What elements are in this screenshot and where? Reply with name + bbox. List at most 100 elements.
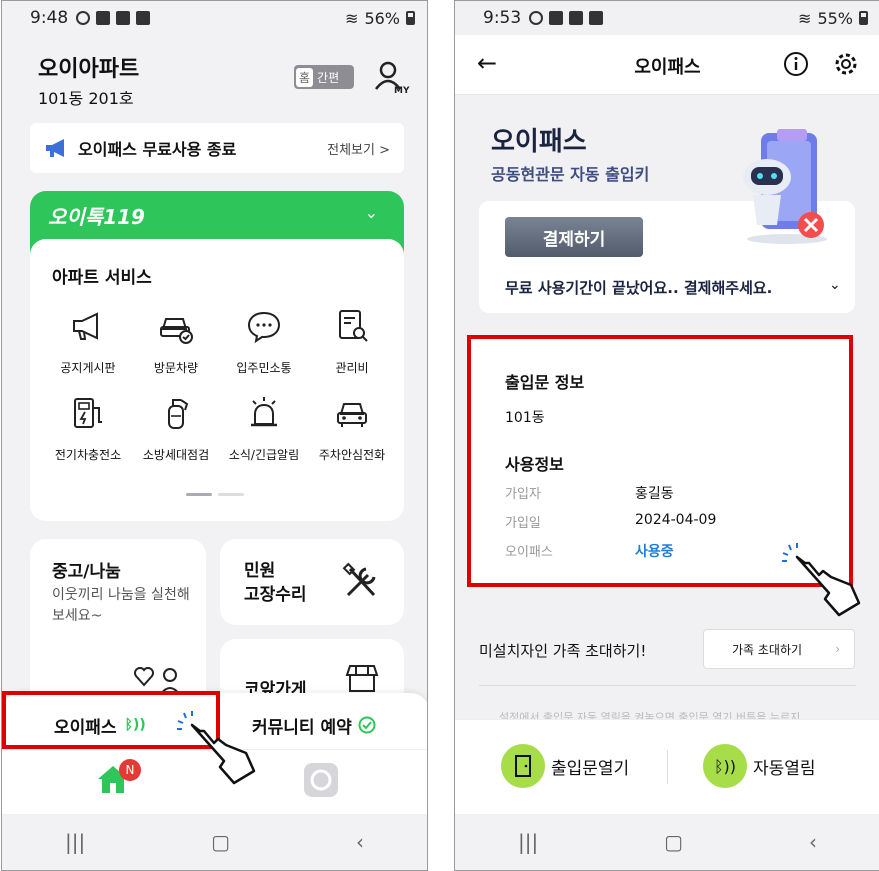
services-heading: 아파트 서비스 bbox=[52, 268, 152, 288]
my-profile-icon[interactable]: MY bbox=[372, 59, 410, 95]
car-check-icon bbox=[160, 318, 193, 344]
status-bar: 9:48 ≋ 56% bbox=[2, 1, 427, 35]
system-icons: ≋ 56% bbox=[345, 9, 415, 28]
chevron-down-icon[interactable]: ⌄ bbox=[829, 277, 841, 293]
tile-civil-repair[interactable]: 민원 고장수리 bbox=[220, 539, 404, 625]
invite-family-button[interactable]: 가족 초대하기 › bbox=[703, 629, 855, 669]
android-nav-bar: ||| ▢ ‹ bbox=[455, 814, 879, 870]
status-bar: 9:53 ≋ 55% bbox=[455, 1, 879, 35]
invite-text: 미설치자인 가족 초대하기! bbox=[479, 642, 647, 660]
tap-hand-icon bbox=[782, 543, 861, 617]
battery-level: 55% bbox=[817, 8, 853, 28]
home-nav-icon[interactable]: ▢ bbox=[211, 830, 230, 854]
community-label: 커뮤니티 예약 bbox=[252, 717, 352, 738]
opass-tab-icon[interactable] bbox=[304, 763, 338, 797]
notice-more-link[interactable]: 전체보기 > bbox=[327, 139, 390, 158]
system-icons: ≋ 55% bbox=[798, 9, 868, 28]
ev-charger-icon bbox=[74, 398, 102, 428]
divider bbox=[479, 685, 856, 686]
page-title: 오이패스 bbox=[634, 57, 701, 78]
service-label: 방문차량 bbox=[153, 361, 199, 375]
page-indicator bbox=[186, 493, 244, 496]
megaphone-icon bbox=[46, 139, 64, 157]
chevron-right-icon: › bbox=[835, 642, 840, 656]
check-circle-icon bbox=[358, 716, 376, 734]
back-nav-icon[interactable]: ‹ bbox=[809, 830, 817, 854]
service-label: 관리비 bbox=[335, 361, 369, 375]
hero-subtitle: 공동현관문 자동 출입키 bbox=[491, 165, 650, 184]
services-grid: 공지게시판 방문차량 입주민소통 관리비 전기차충전소 소방세대점검 소식/긴급… bbox=[44, 307, 396, 463]
service-label: 주차안심전화 bbox=[318, 448, 386, 462]
my-label: MY bbox=[394, 86, 410, 95]
civil-title: 민원 고장수리 bbox=[244, 561, 307, 605]
pay-button[interactable]: 결제하기 bbox=[505, 217, 643, 257]
door-icon bbox=[501, 744, 545, 788]
status-time: 9:48 bbox=[30, 8, 69, 28]
notice-banner[interactable]: 오이패스 무료사용 종료 전체보기 > bbox=[30, 123, 404, 173]
wifi-icon: ≋ bbox=[798, 8, 812, 28]
chevron-down-icon[interactable]: ⌄ bbox=[365, 203, 378, 222]
chat-bubble-icon bbox=[247, 311, 281, 344]
mode-toggle[interactable]: 홈 간편 bbox=[294, 65, 354, 89]
service-management-fee[interactable]: 관리비 bbox=[308, 307, 396, 376]
battery-level: 56% bbox=[364, 8, 400, 28]
trade-title: 중고/나눔 bbox=[52, 562, 121, 582]
back-nav-icon[interactable]: ‹ bbox=[356, 830, 364, 854]
tap-hand-icon bbox=[177, 711, 256, 785]
notice-title: 오이패스 무료사용 종료 bbox=[78, 140, 237, 159]
service-label: 소식/긴급알림 bbox=[228, 448, 300, 462]
apartment-services-card: 아파트 서비스 공지게시판 방문차량 입주민소통 관리비 전기차충전소 소방세대… bbox=[30, 239, 404, 521]
invite-family-row: 미설치자인 가족 초대하기! 가족 초대하기 › bbox=[455, 625, 879, 675]
bill-search-icon bbox=[339, 310, 368, 342]
recent-apps-icon[interactable]: ||| bbox=[518, 830, 538, 854]
service-fire-inspection[interactable]: 소방세대점검 bbox=[132, 394, 220, 463]
bluetooth-icon: ᛒ)) bbox=[703, 744, 747, 788]
notification-icons bbox=[529, 11, 604, 25]
action-bar: 출입문열기 ᛒ)) 자동열림 bbox=[455, 719, 879, 815]
service-label: 입주민소통 bbox=[236, 361, 292, 375]
service-label: 공지게시판 bbox=[60, 361, 116, 375]
right-phone-screen: 9:53 ≋ 55% ← 오이패스 오이패스 공동현관문 자동 출입키 결제하기… bbox=[454, 0, 879, 871]
service-parking-call[interactable]: 주차안심전화 bbox=[308, 394, 396, 463]
service-notice-board[interactable]: 공지게시판 bbox=[44, 307, 132, 376]
megaphone-icon bbox=[73, 312, 98, 340]
wifi-icon: ≋ bbox=[345, 8, 359, 28]
auto-open-button[interactable]: ᛒ)) 자동열림 bbox=[703, 744, 816, 788]
app-top-bar: ← 오이패스 bbox=[455, 35, 879, 95]
service-resident-talk[interactable]: 입주민소통 bbox=[220, 307, 308, 376]
info-icon[interactable] bbox=[783, 51, 809, 77]
service-visitor-car[interactable]: 방문차량 bbox=[132, 307, 220, 376]
open-door-button[interactable]: 출입문열기 bbox=[501, 744, 629, 788]
unit-number: 101동 201호 bbox=[38, 89, 134, 108]
service-label: 소방세대점검 bbox=[142, 448, 210, 462]
robot-phone-illustration bbox=[743, 129, 827, 244]
trade-description: 이웃끼리 나눔을 실천해 보세요~ bbox=[52, 587, 190, 624]
auto-open-label: 자동열림 bbox=[753, 758, 816, 779]
community-reservation-button[interactable]: 커뮤니티 예약 bbox=[252, 703, 376, 747]
battery-icon bbox=[859, 11, 868, 25]
siren-icon bbox=[251, 397, 277, 427]
recent-apps-icon[interactable]: ||| bbox=[65, 830, 85, 854]
hero-title: 오이패스 bbox=[491, 127, 587, 157]
gear-icon[interactable] bbox=[833, 51, 859, 77]
promo-logo: 오이톡119 bbox=[48, 205, 145, 229]
new-badge: N bbox=[119, 759, 141, 781]
left-phone-screen: 9:48 ≋ 56% 오이아파트 101동 201호 홈 간편 MY 오이패스 … bbox=[1, 0, 428, 871]
payment-message: 무료 사용기간이 끝났어요.. 결제해주세요. bbox=[505, 279, 773, 297]
tile-used-trade[interactable]: 중고/나눔 이웃끼리 나눔을 실천해 보세요~ bbox=[30, 539, 206, 709]
home-nav-icon[interactable]: ▢ bbox=[664, 830, 683, 854]
status-time: 9:53 bbox=[483, 8, 522, 28]
service-label: 전기차충전소 bbox=[54, 448, 122, 462]
fire-extinguisher-icon bbox=[168, 399, 189, 429]
battery-icon bbox=[406, 11, 415, 25]
service-ev-charger[interactable]: 전기차충전소 bbox=[44, 394, 132, 463]
android-nav-bar: ||| ▢ ‹ bbox=[2, 814, 427, 870]
mode-simple-label: 간편 bbox=[317, 70, 340, 85]
mode-home-label: 홈 bbox=[296, 67, 314, 87]
car-icon bbox=[337, 403, 367, 427]
divider bbox=[667, 750, 668, 784]
service-emergency-alert[interactable]: 소식/긴급알림 bbox=[220, 394, 308, 463]
tools-icon bbox=[342, 562, 376, 597]
open-door-label: 출입문열기 bbox=[551, 758, 630, 779]
invite-button-label: 가족 초대하기 bbox=[732, 642, 803, 657]
